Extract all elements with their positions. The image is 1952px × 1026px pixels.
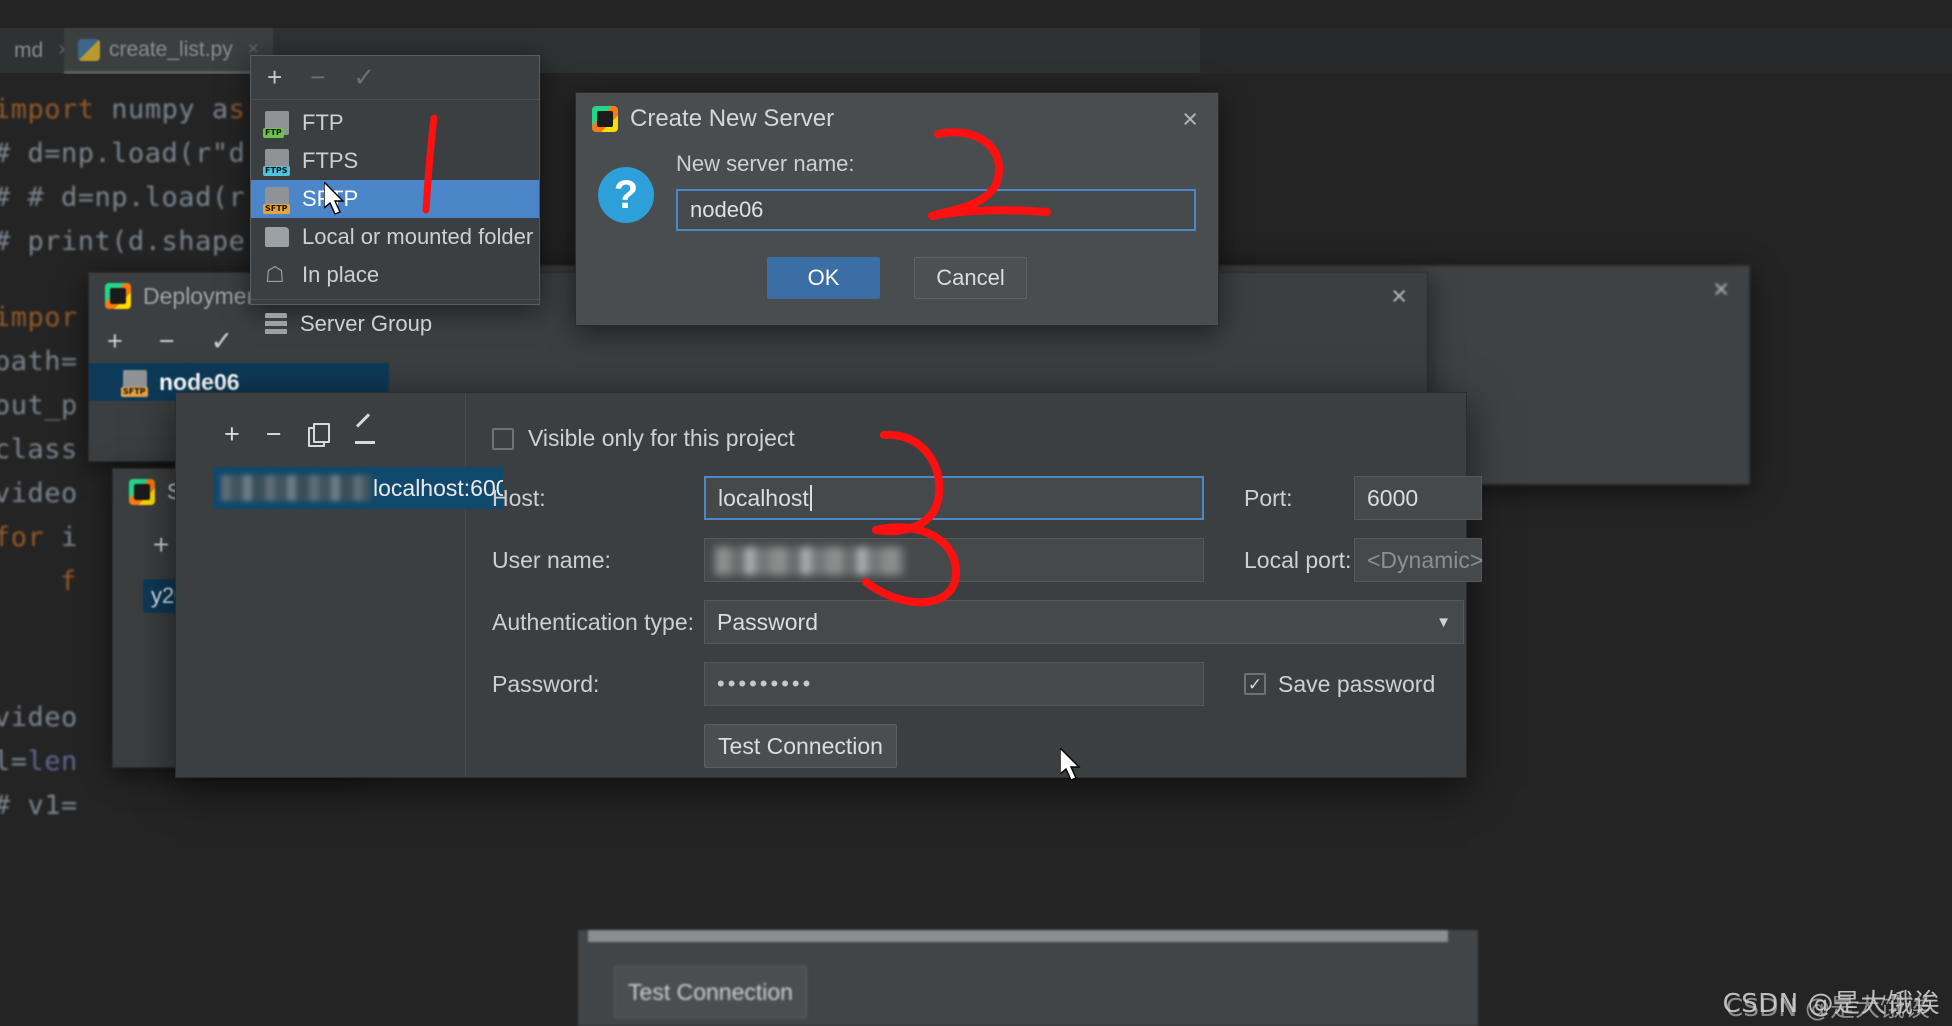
- ssh-config-list-panel: + − localhost:600: [176, 393, 503, 777]
- ssh-config-form: Visible only for this project Host: loca…: [466, 393, 1512, 777]
- pycharm-icon: [592, 106, 618, 132]
- visible-only-checkbox[interactable]: [492, 427, 514, 450]
- username-row: User name: Local port: <Dynamic>: [492, 538, 1483, 582]
- server-group-icon: [265, 313, 287, 335]
- sftp-icon: SFTP: [121, 370, 148, 397]
- local-port-label: Local port:: [1244, 546, 1352, 573]
- username-label: User name:: [492, 546, 611, 573]
- pencil-icon[interactable]: [354, 423, 376, 445]
- host-row: Host: localhost Port: 6000: [492, 476, 1482, 520]
- visible-only-row[interactable]: Visible only for this project: [492, 425, 1482, 452]
- menu-item-label: FTPS: [302, 148, 359, 173]
- host-label: Host:: [492, 484, 546, 511]
- add-menu-list: FTP FTP FTPS FTPS SFTP SFTP Local or mou…: [251, 100, 539, 347]
- text-caret: [809, 485, 812, 511]
- menu-item-ftps[interactable]: FTPS FTPS: [251, 142, 539, 180]
- create-new-server-dialog[interactable]: Create New Server × ? New server name: O…: [575, 92, 1219, 326]
- save-password-checkbox[interactable]: ✓: [1244, 673, 1266, 695]
- auth-type-row: Authentication type: Password ▼: [492, 600, 1482, 644]
- ssh-config-list: localhost:600: [176, 467, 503, 509]
- new-server-name-label: New server name:: [676, 151, 855, 176]
- bottom-test-connection-button[interactable]: Test Connection: [614, 966, 807, 1018]
- menu-item-label: Local or mounted folder: [302, 224, 534, 249]
- menu-item-in-place[interactable]: ☖ In place: [251, 256, 539, 294]
- home-icon: ☖: [265, 262, 285, 287]
- remove-button[interactable]: −: [310, 62, 325, 93]
- dialog-buttons: OK Cancel: [576, 257, 1218, 299]
- menu-item-sftp[interactable]: SFTP SFTP: [251, 180, 539, 218]
- dialog-title-bar: Create New Server ×: [576, 93, 1218, 145]
- save-password-row[interactable]: ✓ Save password: [1204, 671, 1435, 698]
- list-item[interactable]: localhost:600: [213, 467, 503, 509]
- menu-item-ftp[interactable]: FTP FTP: [251, 104, 539, 142]
- sftp-icon: SFTP: [263, 187, 290, 214]
- close-icon[interactable]: ×: [1178, 105, 1202, 133]
- masked-username: [221, 475, 371, 501]
- port-label: Port:: [1244, 484, 1293, 511]
- apply-button[interactable]: ✓: [353, 62, 375, 93]
- ssh-configurations-dialog[interactable]: + − localhost:600 Visible only for this …: [175, 392, 1483, 778]
- screenshot-root: md × create_list.py × import numpy as # …: [0, 0, 1952, 1026]
- test-connection-button[interactable]: Test Connection: [704, 724, 897, 768]
- add-server-button[interactable]: +: [107, 326, 123, 357]
- remove-server-button[interactable]: −: [159, 326, 175, 357]
- ftps-icon: FTPS: [263, 149, 290, 176]
- host-input-value: localhost: [718, 484, 809, 511]
- bottom-partial-window: Test Connection: [578, 930, 1478, 1026]
- apply-button[interactable]: ✓: [211, 326, 234, 357]
- close-icon[interactable]: ×: [1709, 275, 1733, 303]
- ok-button[interactable]: OK: [767, 257, 880, 299]
- menu-item-label: Server Group: [300, 311, 433, 336]
- ftp-icon: FTP: [263, 111, 289, 138]
- pycharm-icon: [105, 283, 131, 309]
- cancel-button[interactable]: Cancel: [914, 257, 1027, 299]
- close-icon[interactable]: ×: [1387, 282, 1411, 310]
- save-password-label: Save password: [1278, 670, 1436, 697]
- auth-type-select[interactable]: Password ▼: [704, 600, 1464, 644]
- port-input[interactable]: 6000: [1354, 476, 1482, 520]
- bottom-scrollbar[interactable]: [588, 930, 1448, 942]
- add-server-menu[interactable]: + − ✓ FTP FTP FTPS FTPS SFTP SFTP Local …: [250, 55, 540, 336]
- menu-separator: [251, 299, 539, 300]
- dialog-fields: New server name:: [676, 151, 1196, 231]
- window-title-label: Deployment: [143, 282, 266, 309]
- pycharm-icon: [129, 479, 155, 505]
- masked-username-value: [715, 547, 905, 575]
- auth-type-label: Authentication type:: [492, 608, 695, 635]
- menu-item-label: FTP: [302, 110, 344, 135]
- menu-item-label: In place: [302, 262, 380, 287]
- add-config-button[interactable]: +: [224, 419, 240, 450]
- ssh-list-toolbar: + −: [176, 417, 465, 451]
- dialog-body: ? New server name:: [576, 145, 1218, 231]
- menu-item-local-folder[interactable]: Local or mounted folder: [251, 218, 539, 256]
- password-row: Password: ••••••••• ✓ Save password: [492, 662, 1482, 706]
- copy-icon[interactable]: [307, 423, 330, 447]
- host-input[interactable]: localhost: [704, 476, 1204, 520]
- menu-item-label: SFTP: [302, 186, 359, 211]
- username-input[interactable]: [704, 538, 1204, 582]
- remove-config-button[interactable]: −: [266, 419, 282, 450]
- watermark-secondary: CSDN @是大饿诶: [1725, 993, 1930, 1022]
- chevron-down-icon[interactable]: ▼: [1436, 614, 1451, 631]
- password-input[interactable]: •••••••••: [704, 662, 1204, 706]
- local-port-input[interactable]: <Dynamic>: [1354, 538, 1483, 582]
- folder-icon: [265, 227, 289, 247]
- add-menu-toolbar: + − ✓: [251, 56, 539, 100]
- dialog-title-label: Create New Server: [630, 105, 835, 132]
- password-label: Password:: [492, 670, 600, 697]
- menu-item-server-group[interactable]: Server Group: [251, 305, 539, 343]
- question-icon: ?: [598, 167, 654, 223]
- auth-type-value: Password: [717, 608, 818, 635]
- add-button[interactable]: +: [267, 62, 282, 93]
- new-server-name-input[interactable]: [676, 189, 1196, 231]
- visible-only-label: Visible only for this project: [528, 425, 795, 451]
